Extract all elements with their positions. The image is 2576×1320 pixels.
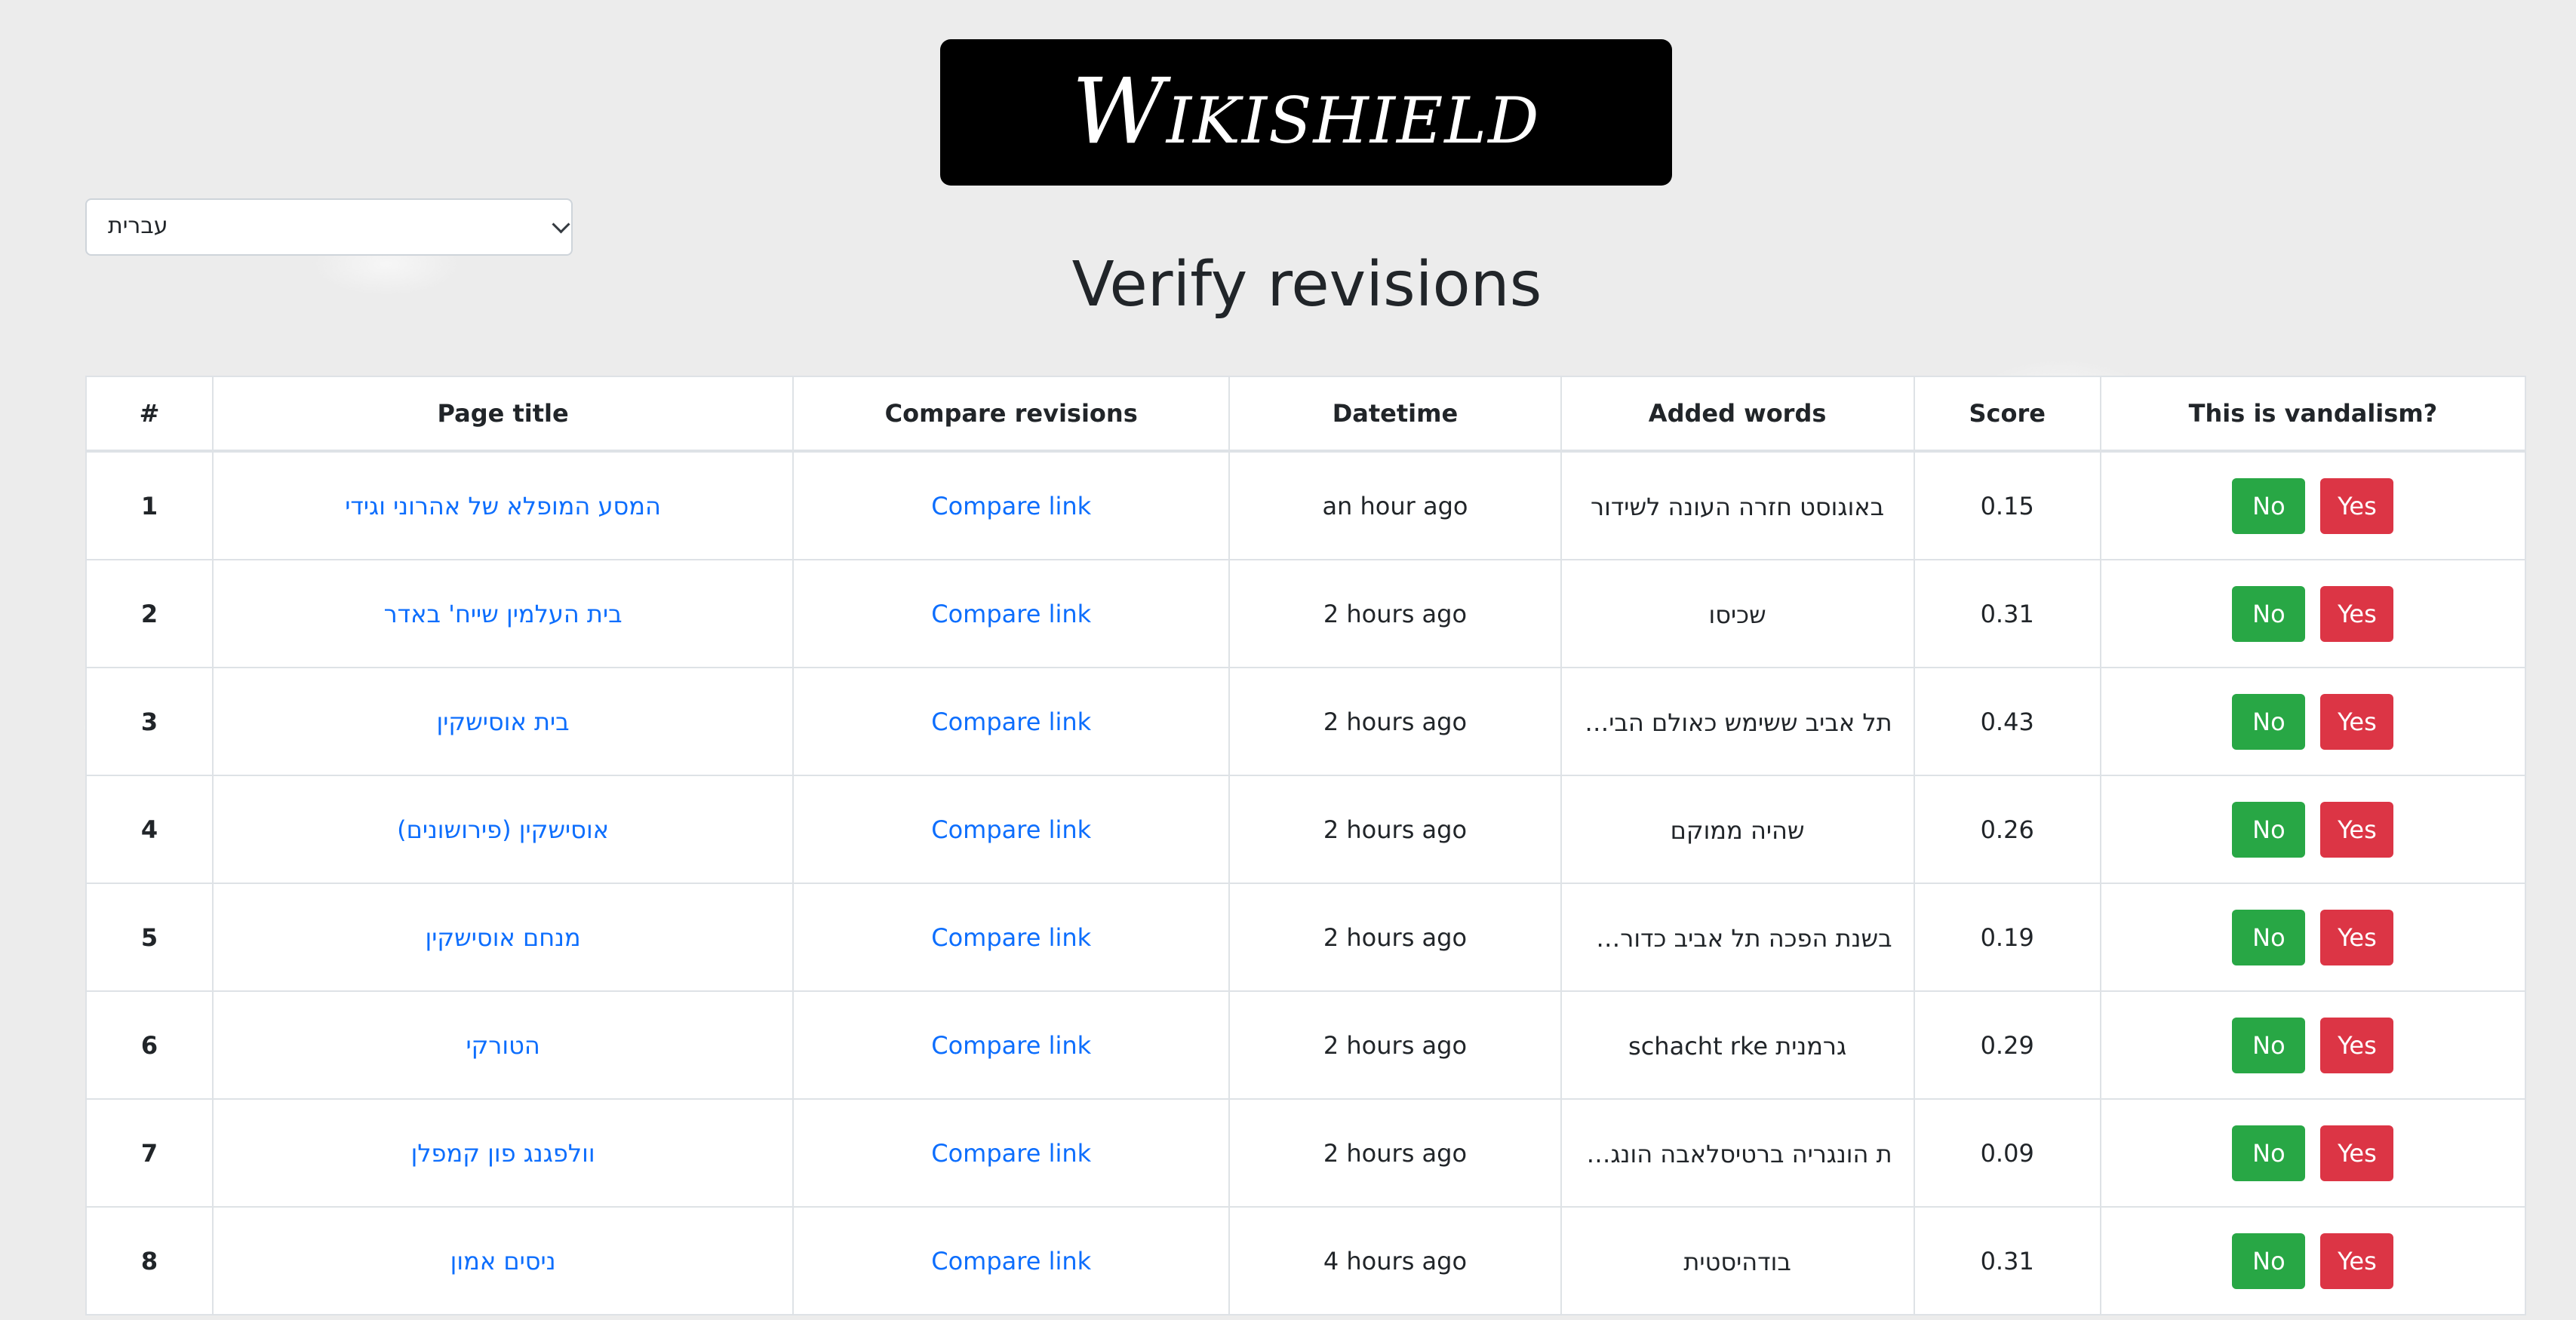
header-compare: Compare revisions xyxy=(792,376,1231,453)
row-number: 3 xyxy=(85,667,214,776)
score-cell: 0.19 xyxy=(1913,883,2101,992)
score-cell: 0.09 xyxy=(1913,1098,2101,1208)
score-cell: 0.31 xyxy=(1913,1206,2101,1315)
added-words-cell: שהיה ממוקם xyxy=(1670,815,1805,845)
header-added-words: Added words xyxy=(1560,376,1915,453)
score-cell: 0.15 xyxy=(1913,450,2101,560)
page-title-link[interactable]: מנחם אוסישקין xyxy=(426,923,581,952)
added-words-cell: ת הונגריה ברטיסלאבה הונגרי... xyxy=(1582,1139,1892,1168)
page-title: Verify revisions xyxy=(1071,249,1542,321)
header-vandalism: This is vandalism? xyxy=(2099,376,2527,453)
header-page-title: Page title xyxy=(211,376,795,453)
row-number: 8 xyxy=(85,1206,214,1315)
datetime-cell: 2 hours ago xyxy=(1228,990,1562,1100)
header-score: Score xyxy=(1913,376,2101,453)
table-row: 7 וולפגנג פון קמפלן Compare link 2 hours… xyxy=(85,1098,2527,1208)
score-cell: 0.43 xyxy=(1913,667,2101,776)
row-number: 2 xyxy=(85,559,214,668)
table-row: 2 בית העלמין שייח' באדר Compare link 2 h… xyxy=(85,559,2527,668)
header-number: # xyxy=(85,376,214,453)
table-row: 8 ניסים אמון Compare link 4 hours ago בו… xyxy=(85,1206,2527,1315)
score-cell: 0.31 xyxy=(1913,559,2101,668)
datetime-cell: 2 hours ago xyxy=(1228,775,1562,884)
wikishield-logo: Wikishield xyxy=(940,39,1672,186)
page-title-link[interactable]: בית אוסישקין xyxy=(437,708,570,736)
compare-link[interactable]: Compare link xyxy=(931,1031,1091,1060)
header-datetime: Datetime xyxy=(1228,376,1562,453)
row-number: 1 xyxy=(85,450,214,560)
no-button[interactable]: No xyxy=(2232,1125,2306,1181)
yes-button[interactable]: Yes xyxy=(2320,693,2394,750)
chevron-down-icon xyxy=(552,215,570,234)
no-button[interactable]: No xyxy=(2232,1233,2306,1289)
added-words-cell: גרמנית schacht rke xyxy=(1628,1031,1847,1061)
added-words-cell: בשנת הפכה תל אביב כדורסל... xyxy=(1582,923,1892,953)
added-words-cell: בודהיסטית xyxy=(1683,1247,1791,1276)
compare-link[interactable]: Compare link xyxy=(931,815,1091,844)
page-title-link[interactable]: המסע המופלא של אהרוני וגידי xyxy=(345,492,661,520)
datetime-cell: an hour ago xyxy=(1228,450,1562,560)
yes-button[interactable]: Yes xyxy=(2320,801,2394,858)
page-title-link[interactable]: ניסים אמון xyxy=(450,1247,556,1275)
no-button[interactable]: No xyxy=(2232,909,2306,965)
score-cell: 0.26 xyxy=(1913,775,2101,884)
datetime-cell: 4 hours ago xyxy=(1228,1206,1562,1315)
yes-button[interactable]: Yes xyxy=(2320,585,2394,642)
page-title-link[interactable]: בית העלמין שייח' באדר xyxy=(384,600,622,628)
yes-button[interactable]: Yes xyxy=(2320,477,2394,534)
compare-link[interactable]: Compare link xyxy=(931,600,1091,628)
no-button[interactable]: No xyxy=(2232,477,2306,534)
added-words-cell: תל אביב ששימש כאולם הבית... xyxy=(1582,708,1892,737)
no-button[interactable]: No xyxy=(2232,693,2306,750)
logo-text: Wikishield xyxy=(1071,60,1541,164)
yes-button[interactable]: Yes xyxy=(2320,909,2394,965)
table-row: 3 בית אוסישקין Compare link 2 hours ago … xyxy=(85,667,2527,776)
page-title-link[interactable]: וולפגנג פון קמפלן xyxy=(411,1139,595,1168)
row-number: 7 xyxy=(85,1098,214,1208)
score-cell: 0.29 xyxy=(1913,990,2101,1100)
datetime-cell: 2 hours ago xyxy=(1228,1098,1562,1208)
language-select-value: עברית xyxy=(108,213,168,239)
datetime-cell: 2 hours ago xyxy=(1228,667,1562,776)
table-row: 4 אוסישקין (פירושונים) Compare link 2 ho… xyxy=(85,775,2527,884)
compare-link[interactable]: Compare link xyxy=(931,923,1091,952)
added-words-cell: שכיסו xyxy=(1708,600,1766,629)
table-row: 6 הטורקי Compare link 2 hours ago גרמנית… xyxy=(85,990,2527,1100)
revisions-table: # Page title Compare revisions Datetime … xyxy=(85,376,2527,1315)
yes-button[interactable]: Yes xyxy=(2320,1233,2394,1289)
compare-link[interactable]: Compare link xyxy=(931,1139,1091,1168)
page-title-link[interactable]: אוסישקין (פירושונים) xyxy=(397,815,609,844)
yes-button[interactable]: Yes xyxy=(2320,1017,2394,1073)
yes-button[interactable]: Yes xyxy=(2320,1125,2394,1181)
datetime-cell: 2 hours ago xyxy=(1228,883,1562,992)
row-number: 4 xyxy=(85,775,214,884)
row-number: 6 xyxy=(85,990,214,1100)
row-number: 5 xyxy=(85,883,214,992)
added-words-cell: באוגוסט חזרה העונה לשידור xyxy=(1591,492,1885,521)
datetime-cell: 2 hours ago xyxy=(1228,559,1562,668)
no-button[interactable]: No xyxy=(2232,1017,2306,1073)
compare-link[interactable]: Compare link xyxy=(931,708,1091,736)
table-row: 1 המסע המופלא של אהרוני וגידי Compare li… xyxy=(85,450,2527,560)
compare-link[interactable]: Compare link xyxy=(931,492,1091,520)
table-header-row: # Page title Compare revisions Datetime … xyxy=(85,376,2527,453)
no-button[interactable]: No xyxy=(2232,585,2306,642)
language-select[interactable]: עברית xyxy=(85,198,573,256)
compare-link[interactable]: Compare link xyxy=(931,1247,1091,1275)
table-row: 5 מנחם אוסישקין Compare link 2 hours ago… xyxy=(85,883,2527,992)
page-title-link[interactable]: הטורקי xyxy=(466,1031,539,1060)
no-button[interactable]: No xyxy=(2232,801,2306,858)
